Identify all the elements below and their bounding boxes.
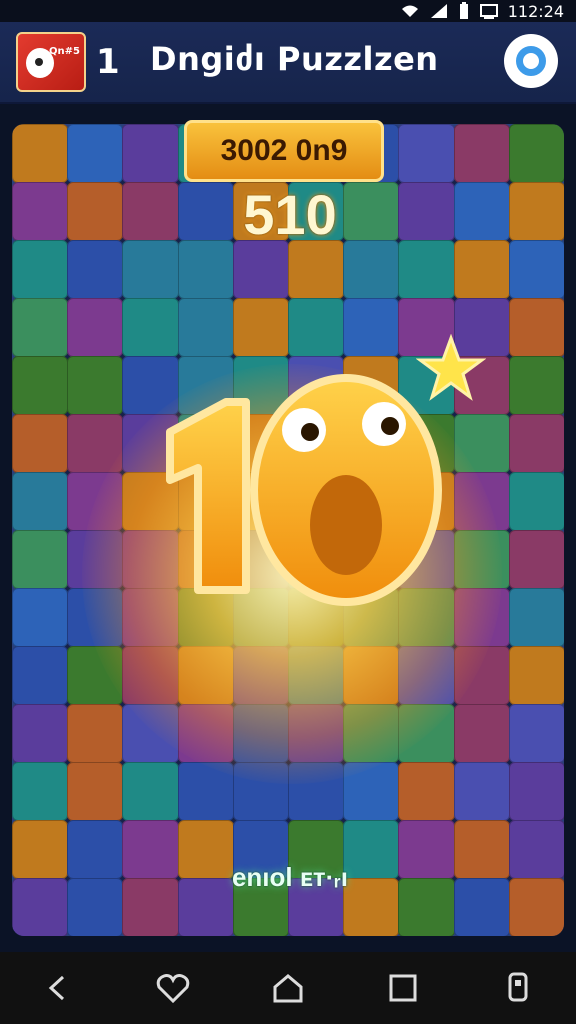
- puzzle-piece[interactable]: [453, 240, 510, 299]
- big-number-mascot: [166, 374, 442, 606]
- puzzle-piece[interactable]: [453, 878, 510, 936]
- puzzle-piece[interactable]: [12, 414, 69, 473]
- puzzle-piece[interactable]: [177, 240, 234, 299]
- puzzle-piece[interactable]: [122, 240, 179, 299]
- puzzle-piece[interactable]: [67, 124, 124, 183]
- puzzle-piece[interactable]: [453, 762, 510, 821]
- puzzle-piece[interactable]: [453, 820, 510, 879]
- puzzle-piece[interactable]: [508, 124, 564, 183]
- accessibility-button[interactable]: [493, 963, 543, 1013]
- puzzle-piece[interactable]: [453, 182, 510, 241]
- signal-icon: [430, 3, 448, 19]
- puzzle-piece[interactable]: [508, 356, 564, 415]
- clock: 112:24: [507, 1, 564, 21]
- puzzle-piece[interactable]: [67, 356, 124, 415]
- puzzle-piece[interactable]: [398, 820, 455, 879]
- puzzle-piece[interactable]: [122, 878, 179, 936]
- level-count: 1: [96, 42, 120, 82]
- puzzle-piece[interactable]: [12, 530, 69, 589]
- puzzle-piece[interactable]: [508, 240, 564, 299]
- status-bar: 112:24: [0, 0, 576, 22]
- home-button[interactable]: [263, 963, 313, 1013]
- puzzle-piece[interactable]: [122, 182, 179, 241]
- puzzle-piece[interactable]: [398, 182, 455, 241]
- puzzle-piece[interactable]: [67, 878, 124, 936]
- puzzle-piece[interactable]: [508, 704, 564, 763]
- puzzle-piece[interactable]: [177, 182, 234, 241]
- puzzle-piece[interactable]: [12, 124, 69, 183]
- screen-icon: [479, 3, 498, 19]
- heart-button[interactable]: [148, 963, 198, 1013]
- puzzle-piece[interactable]: [67, 762, 124, 821]
- puzzle-piece[interactable]: [508, 182, 564, 241]
- app-bar: Qn#5 1 Dngiძı Puzzlzen: [0, 22, 576, 104]
- puzzle-piece[interactable]: [343, 240, 400, 299]
- accessibility-icon: [508, 972, 528, 1002]
- puzzle-piece[interactable]: [508, 588, 564, 647]
- puzzle-piece[interactable]: [12, 820, 69, 879]
- puzzle-piece[interactable]: [12, 356, 69, 415]
- home-icon: [273, 974, 303, 1003]
- footer-caption: enıol ᴇᴛ·ᵣı: [231, 862, 349, 892]
- puzzle-piece[interactable]: [508, 530, 564, 589]
- score-banner: 3002 0n9: [184, 120, 384, 182]
- back-icon: [48, 975, 64, 1001]
- puzzle-piece[interactable]: [122, 820, 179, 879]
- back-button[interactable]: [33, 963, 83, 1013]
- puzzle-piece[interactable]: [67, 298, 124, 357]
- puzzle-piece[interactable]: [398, 124, 455, 183]
- help-button[interactable]: [504, 34, 558, 88]
- puzzle-piece[interactable]: [67, 820, 124, 879]
- puzzle-piece[interactable]: [67, 704, 124, 763]
- puzzle-piece[interactable]: [508, 646, 564, 705]
- help-icon: [516, 46, 546, 76]
- puzzle-piece[interactable]: [12, 762, 69, 821]
- puzzle-piece[interactable]: [122, 124, 179, 183]
- battery-icon: [458, 2, 470, 20]
- puzzle-piece[interactable]: [453, 704, 510, 763]
- app-icon[interactable]: Qn#5: [16, 32, 86, 92]
- puzzle-piece[interactable]: [508, 820, 564, 879]
- puzzle-piece[interactable]: [398, 240, 455, 299]
- wifi-icon: [400, 3, 420, 19]
- puzzle-piece[interactable]: [12, 588, 69, 647]
- star-icon: [416, 334, 486, 401]
- status-icons: 112:24: [400, 0, 564, 22]
- heart-icon: [156, 974, 190, 1003]
- recents-icon: [389, 974, 417, 1002]
- puzzle-piece[interactable]: [12, 878, 69, 936]
- puzzle-piece[interactable]: [398, 762, 455, 821]
- puzzle-piece[interactable]: [12, 646, 69, 705]
- puzzle-piece[interactable]: [508, 298, 564, 357]
- puzzle-piece[interactable]: [232, 240, 289, 299]
- puzzle-piece[interactable]: [508, 878, 564, 936]
- score-value: 510: [243, 183, 337, 246]
- page-title: Dngiძı Puzzlzen: [150, 40, 439, 78]
- puzzle-piece[interactable]: [12, 472, 69, 531]
- puzzle-piece[interactable]: [508, 762, 564, 821]
- recents-button[interactable]: [378, 963, 428, 1013]
- puzzle-piece[interactable]: [12, 240, 69, 299]
- system-nav-bar: [0, 952, 576, 1024]
- puzzle-piece[interactable]: [288, 240, 345, 299]
- puzzle-piece[interactable]: [453, 124, 510, 183]
- puzzle-piece[interactable]: [508, 472, 564, 531]
- puzzle-piece[interactable]: [67, 182, 124, 241]
- puzzle-piece[interactable]: [398, 878, 455, 936]
- puzzle-piece[interactable]: [508, 414, 564, 473]
- puzzle-piece[interactable]: [12, 298, 69, 357]
- puzzle-piece[interactable]: [12, 704, 69, 763]
- app-icon-label: Qn#5: [49, 46, 80, 57]
- puzzle-piece[interactable]: [67, 240, 124, 299]
- puzzle-piece[interactable]: [122, 762, 179, 821]
- puzzle-piece[interactable]: [12, 182, 69, 241]
